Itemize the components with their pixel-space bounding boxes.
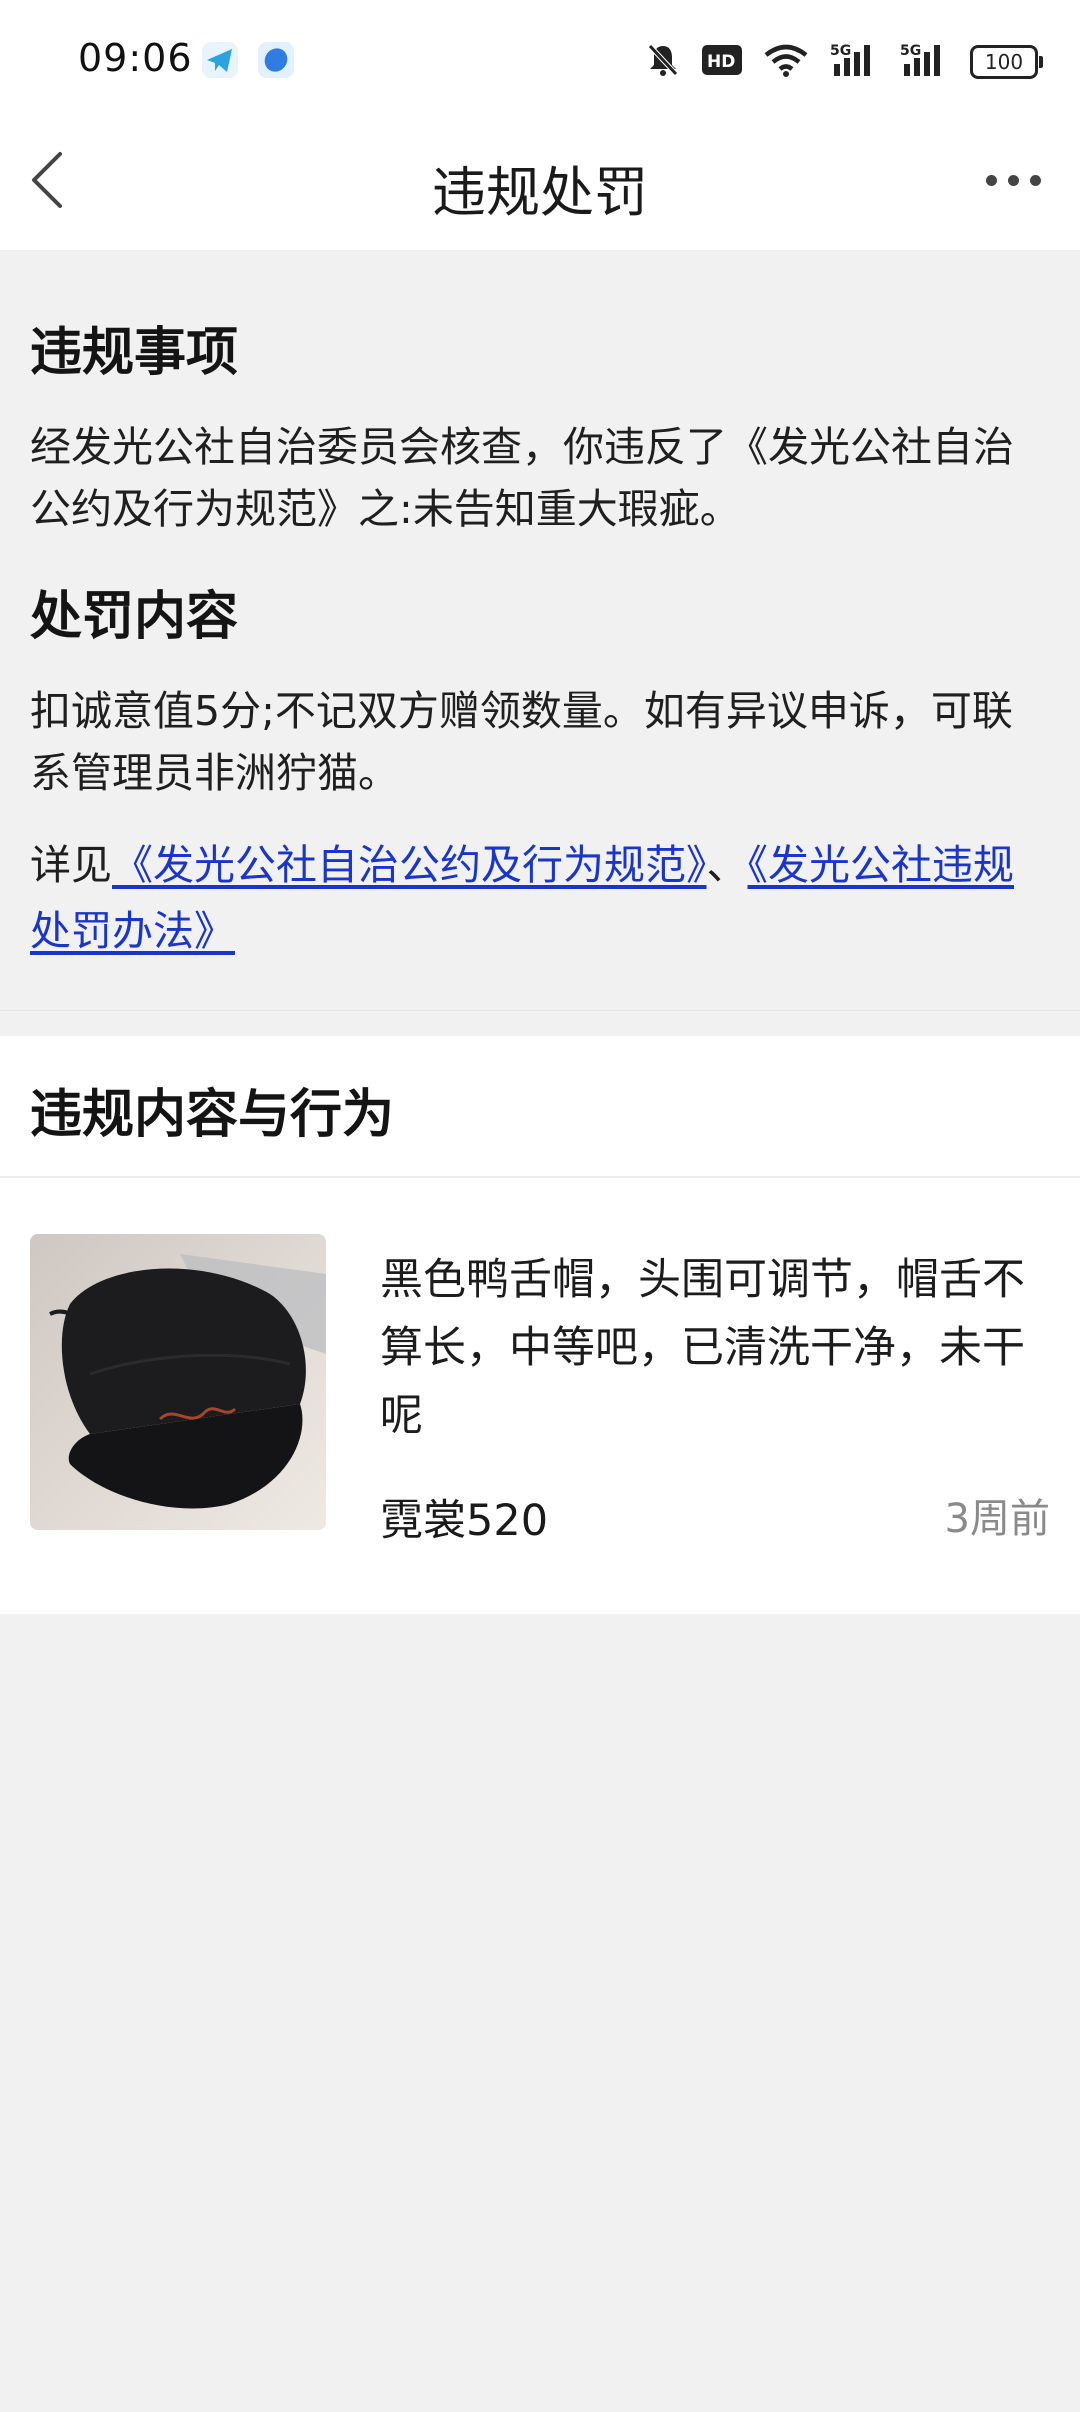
listing-description: 黑色鸭舌帽，头围可调节，帽舌不算长，中等吧，已清洗干净，未干呢 <box>380 1255 1025 1441</box>
svg-text:5G: 5G <box>830 43 851 59</box>
reference-links: 详见《发光公社自治公约及行为规范》、《发光公社违规处罚办法》 <box>30 832 1050 964</box>
5g-signal-icon: 5G <box>900 42 948 82</box>
black-baseball-cap-photo <box>30 1234 326 1530</box>
status-bar: 09:06 HD 5G 5G 100 <box>0 0 1080 118</box>
violation-text: 经发光公社自治委员会核查，你违反了《发光公社自治公约及行为规范》之:未告知重大瑕… <box>30 423 1014 533</box>
battery-icon: 100 <box>970 45 1043 79</box>
card-title: 违规内容与行为 <box>30 1085 395 1145</box>
violation-content-card: 违规内容与行为 黑色鸭舌帽，头围可调节，帽舌不算长，中等吧，已清洗干净，未干呢 … <box>0 1036 1080 1614</box>
listing-item[interactable]: 黑色鸭舌帽，头围可调节，帽舌不算长，中等吧，已清洗干净，未干呢 霓裳520 3周… <box>30 1234 1050 1546</box>
violation-notice: 违规事项 经发光公社自治委员会核查，你违反了《发光公社自治公约及行为规范》之:未… <box>0 250 1080 1011</box>
link-separator: 、 <box>706 841 748 889</box>
svg-text:HD: HD <box>707 52 735 72</box>
hd-icon: HD <box>702 45 742 79</box>
wifi-icon <box>764 43 808 81</box>
nav-bar: 违规处罚 <box>0 118 1080 250</box>
5g-signal-icon: 5G <box>830 42 878 82</box>
link-self-governance-convention[interactable]: 《发光公社自治公约及行为规范》 <box>112 841 707 889</box>
bell-muted-icon <box>646 42 680 82</box>
listing-username: 霓裳520 <box>380 1496 549 1546</box>
blue-app-icon <box>258 42 294 78</box>
divider <box>0 1176 1080 1178</box>
violation-heading: 违规事项 <box>30 323 239 383</box>
page-title: 违规处罚 <box>432 161 648 224</box>
more-horizontal-icon[interactable] <box>986 170 1042 190</box>
listing-time: 3周前 <box>944 1496 1050 1542</box>
see-prefix: 详见 <box>30 841 112 889</box>
telegram-app-icon <box>202 42 238 78</box>
penalty-heading: 处罚内容 <box>30 587 239 647</box>
status-time: 09:06 <box>78 36 193 80</box>
penalty-text: 扣诚意值5分;不记双方赠领数量。如有异议申诉，可联系管理员非洲狞猫。 <box>30 687 1013 797</box>
svg-text:5G: 5G <box>900 43 921 59</box>
